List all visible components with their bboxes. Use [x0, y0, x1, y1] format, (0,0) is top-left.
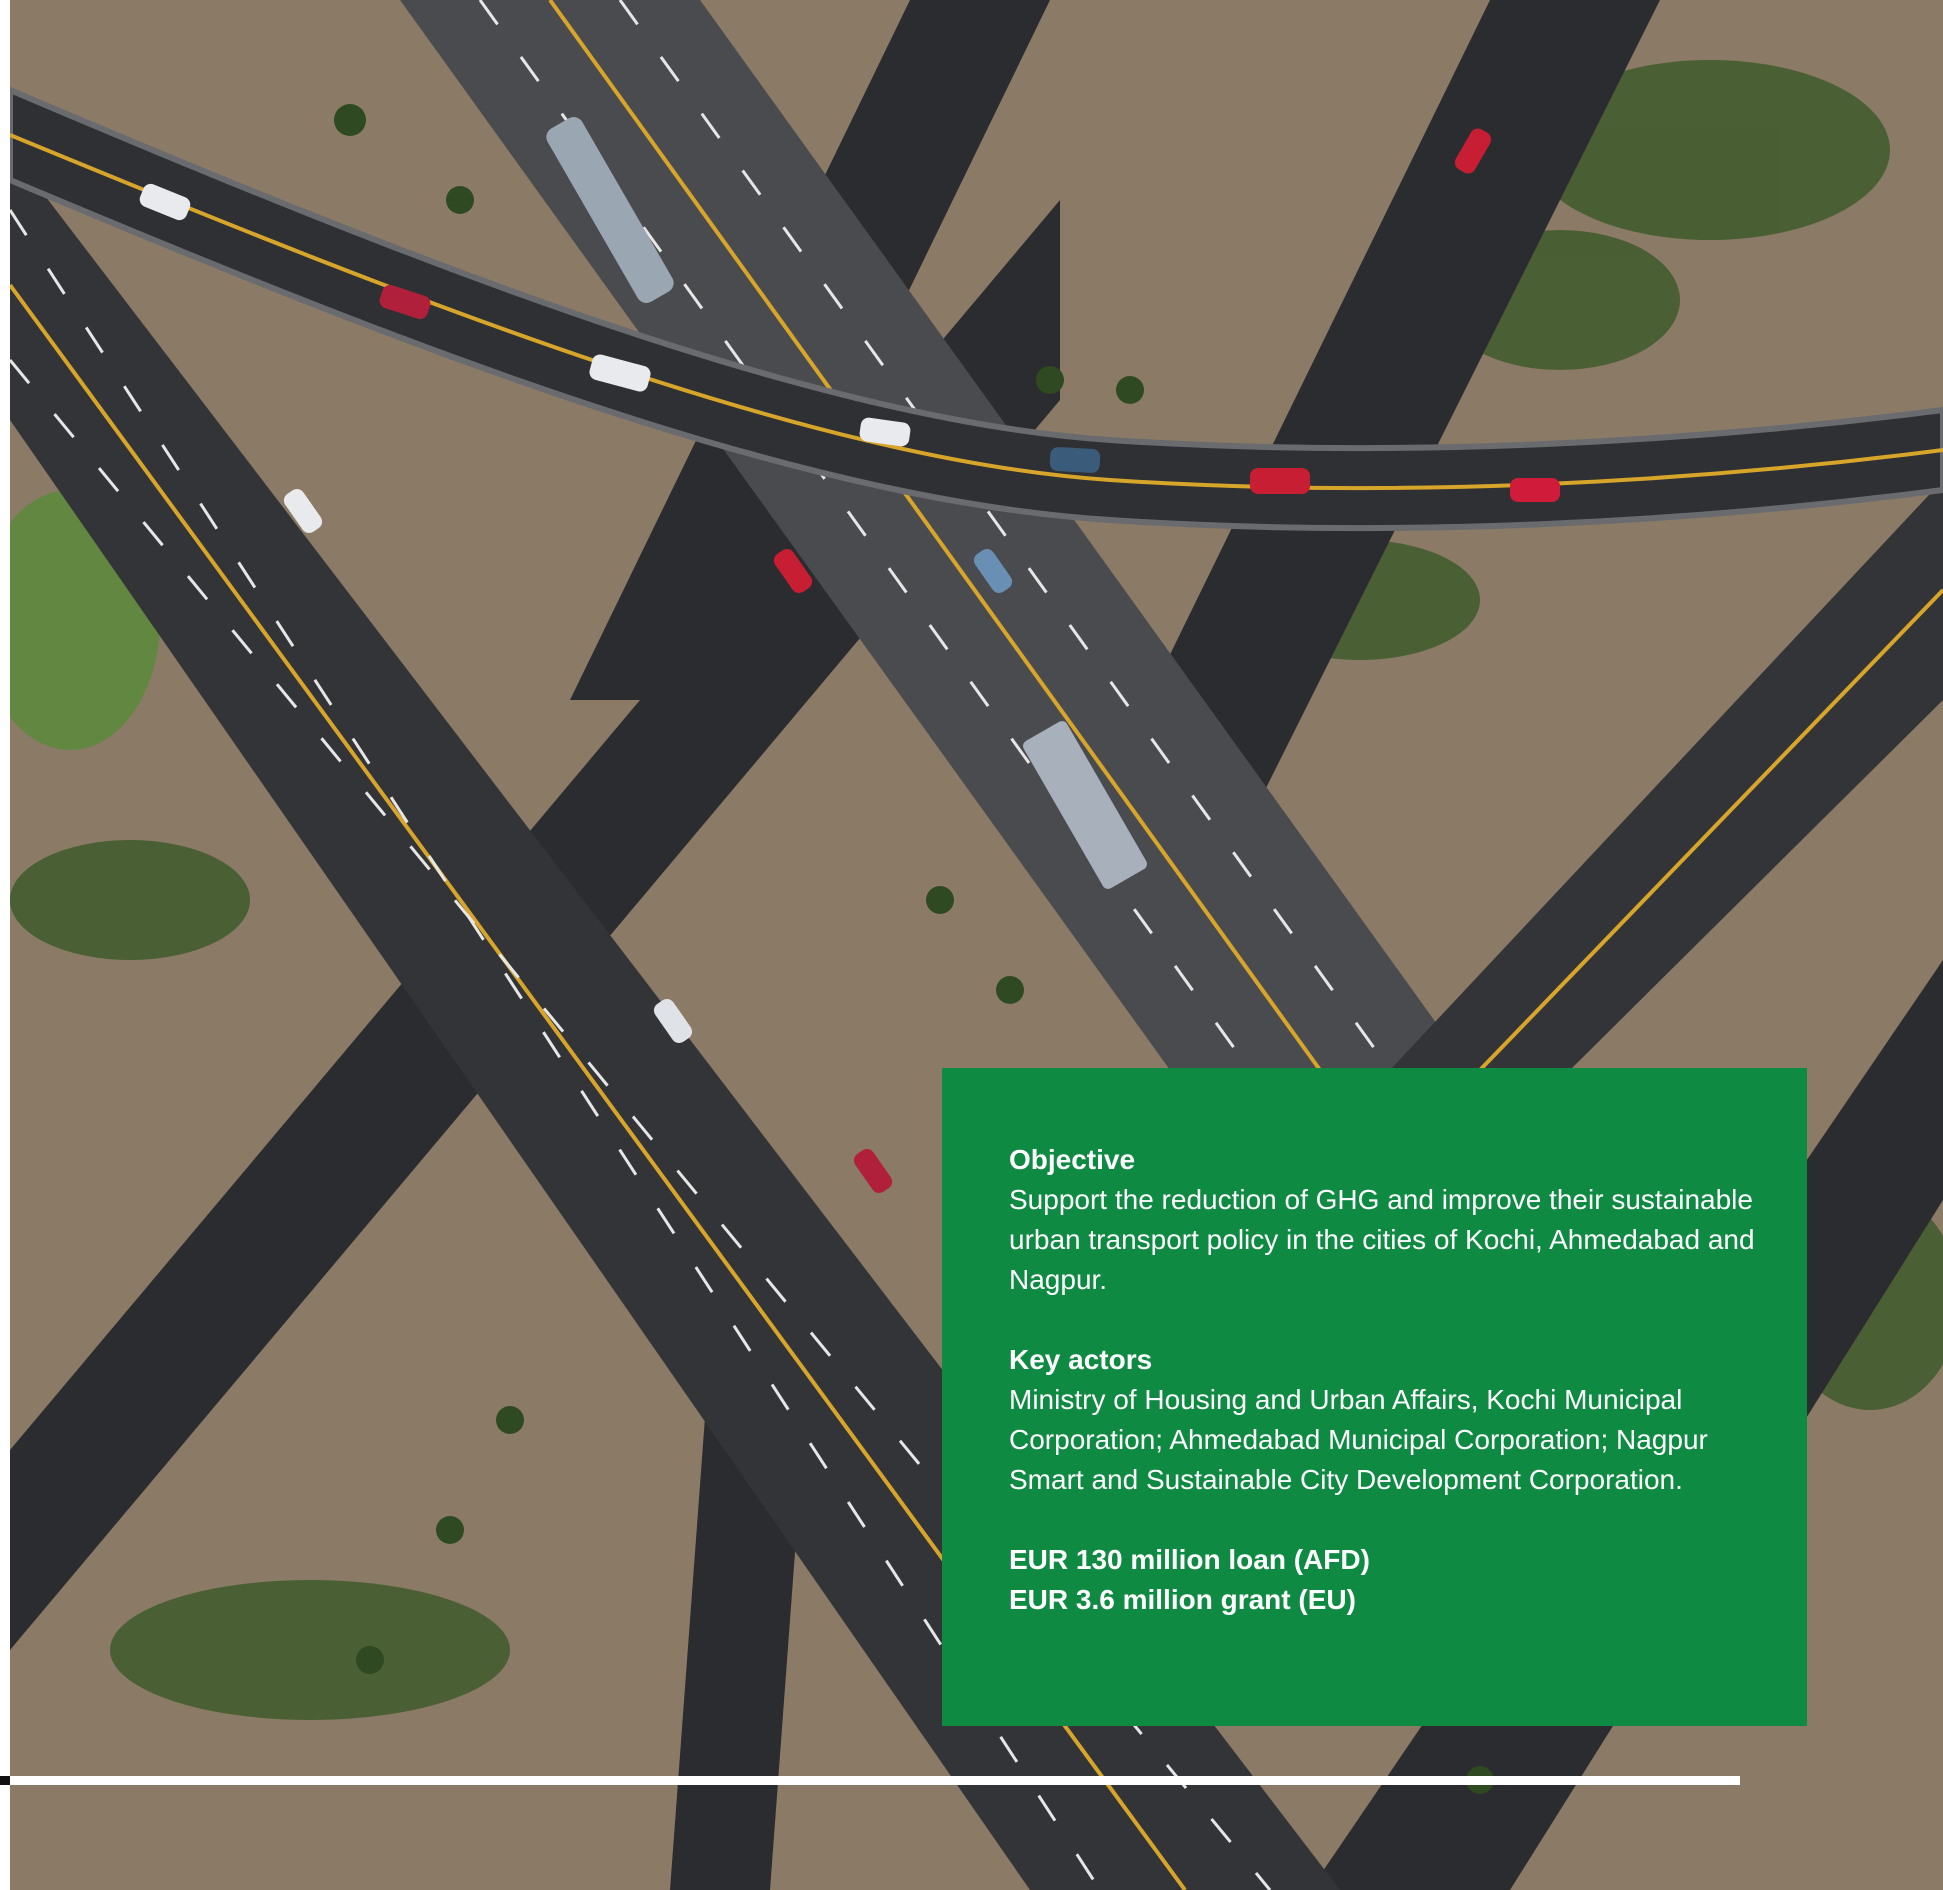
funding-grant: EUR 3.6 million grant (EU): [1009, 1584, 1356, 1615]
key-actors-body: Ministry of Housing and Urban Affairs, K…: [1009, 1384, 1708, 1495]
objective-section: Objective Support the reduction of GHG a…: [1009, 1140, 1757, 1300]
project-info-box: Objective Support the reduction of GHG a…: [942, 1068, 1807, 1726]
footer-rule: [10, 1776, 1740, 1785]
key-actors-heading: Key actors: [1009, 1344, 1153, 1375]
funding-loan: EUR 130 million loan (AFD): [1009, 1544, 1370, 1575]
key-actors-section: Key actors Ministry of Housing and Urban…: [1009, 1340, 1757, 1500]
objective-body: Support the reduction of GHG and improve…: [1009, 1184, 1755, 1295]
objective-heading: Objective: [1009, 1144, 1136, 1175]
funding-section: EUR 130 million loan (AFD) EUR 3.6 milli…: [1009, 1540, 1757, 1620]
footer-rule-tick: [0, 1776, 10, 1785]
